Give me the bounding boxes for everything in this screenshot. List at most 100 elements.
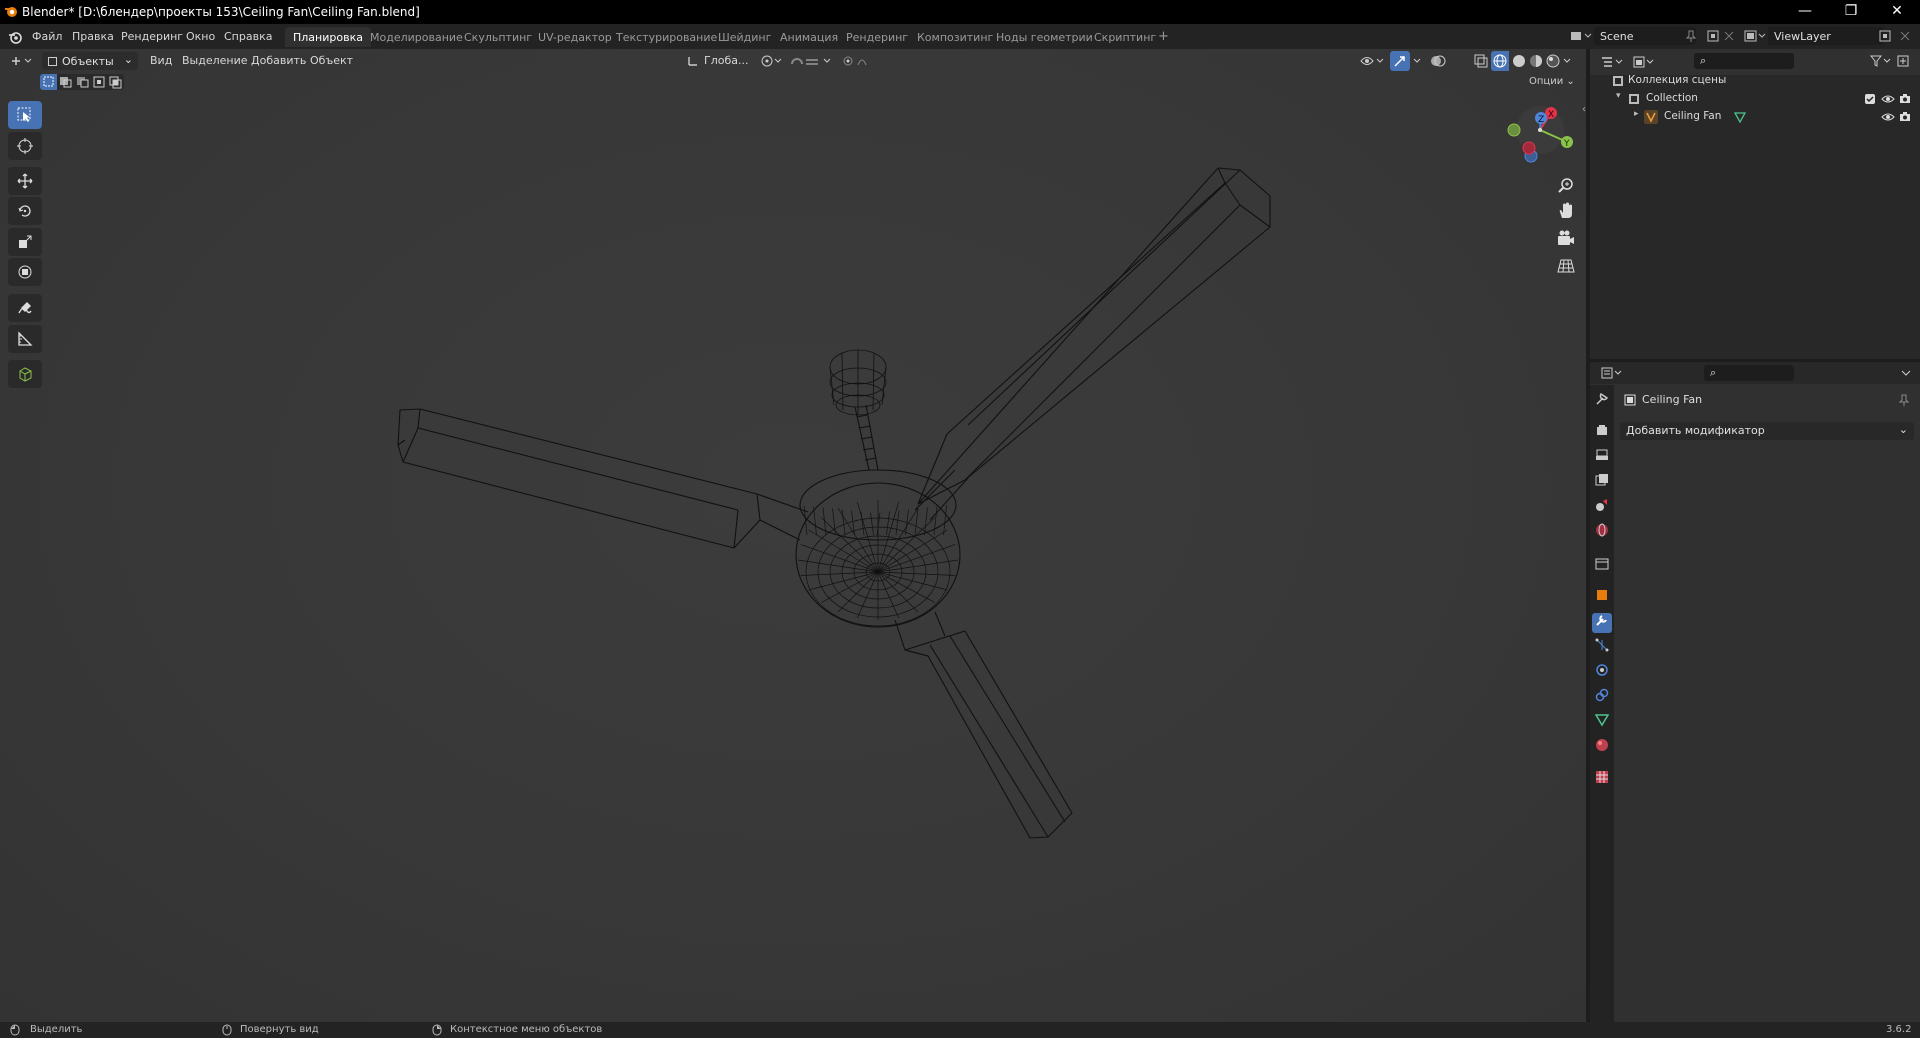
tool-move[interactable] <box>8 167 42 195</box>
rendered-shading-icon[interactable] <box>1545 53 1561 69</box>
tab-texture[interactable] <box>1592 770 1612 790</box>
delete-scene-icon[interactable] <box>1722 29 1736 43</box>
tool-cursor[interactable] <box>8 132 42 160</box>
outliner-row-collection[interactable]: ▾ Collection <box>1590 90 1920 108</box>
tab-texture-paint[interactable]: Текстурирование <box>608 27 725 47</box>
tab-rendering[interactable]: Рендеринг <box>838 27 916 47</box>
new-scene-icon[interactable] <box>1706 29 1720 43</box>
pivot-point-icon[interactable] <box>760 54 784 68</box>
select-new-button[interactable] <box>40 74 57 90</box>
new-collection-icon[interactable] <box>1896 54 1910 68</box>
chevron-down-icon[interactable] <box>1900 366 1912 380</box>
pin-icon[interactable] <box>1686 30 1696 42</box>
orientation-label[interactable]: Глоба... <box>704 54 748 67</box>
visibility-icon[interactable] <box>1360 54 1386 68</box>
viewport-menu-select[interactable]: Выделение <box>182 54 248 67</box>
properties-panel[interactable] <box>1590 362 1920 1022</box>
viewport-menu-view[interactable]: Вид <box>150 54 172 67</box>
minimize-button[interactable]: — <box>1782 0 1828 24</box>
tab-physics[interactable] <box>1592 663 1612 683</box>
tab-scene[interactable] <box>1592 498 1612 518</box>
tab-material[interactable] <box>1592 738 1612 758</box>
display-mode-icon[interactable] <box>1632 55 1656 69</box>
pin-icon[interactable] <box>1898 394 1910 406</box>
outliner-editor-icon[interactable] <box>1600 55 1624 69</box>
tab-render[interactable] <box>1592 423 1612 443</box>
tab-geometry-nodes[interactable]: Ноды геометрии <box>988 27 1101 47</box>
tab-layout[interactable]: Планировка <box>285 27 371 47</box>
tool-select-box[interactable] <box>8 101 42 129</box>
tab-modifiers[interactable] <box>1592 613 1612 633</box>
shading-wireframe-button[interactable] <box>1491 51 1509 71</box>
outliner-search-input[interactable]: ⌕ <box>1694 53 1794 69</box>
viewlayer-icon[interactable] <box>1744 29 1766 43</box>
tab-particles[interactable] <box>1592 638 1612 658</box>
tab-sculpting[interactable]: Скульптинг <box>456 27 540 47</box>
blender-menu-icon[interactable] <box>8 30 22 44</box>
proportional-editing-icon[interactable] <box>842 54 876 68</box>
gizmo-toggle-button[interactable] <box>1390 51 1410 71</box>
filter-icon[interactable] <box>1870 54 1892 68</box>
tab-constraints[interactable] <box>1592 688 1612 708</box>
scene-selector[interactable]: Scene <box>1594 27 1696 45</box>
delete-viewlayer-icon[interactable] <box>1898 29 1912 43</box>
viewport-menu-add[interactable]: Добавить <box>251 54 306 67</box>
eye-icon[interactable] <box>1881 93 1895 105</box>
mesh-data-icon[interactable] <box>1734 111 1746 123</box>
checkbox-icon[interactable] <box>1864 93 1876 105</box>
zoom-icon[interactable] <box>1554 174 1578 198</box>
add-modifier-dropdown[interactable]: Добавить модификатор ⌄ <box>1620 422 1914 440</box>
tab-output[interactable] <box>1592 448 1612 468</box>
tool-add-cube[interactable] <box>8 360 42 388</box>
menu-window[interactable]: Окно <box>186 30 215 43</box>
sidebar-toggle-icon[interactable]: ‹ <box>1582 104 1586 115</box>
select-intersect-icon[interactable] <box>107 74 124 90</box>
3d-viewport[interactable] <box>0 49 1588 1022</box>
tab-data[interactable] <box>1592 713 1612 733</box>
snap-icon[interactable] <box>790 54 834 68</box>
select-subtract-icon[interactable] <box>74 74 91 90</box>
xray-icon[interactable] <box>1473 53 1489 69</box>
tab-object[interactable] <box>1592 588 1612 608</box>
close-button[interactable]: ✕ <box>1874 0 1920 24</box>
editor-type-icon[interactable] <box>10 53 34 69</box>
tab-shading[interactable]: Шейдинг <box>710 27 779 47</box>
tab-view-layer[interactable] <box>1592 473 1612 493</box>
viewlayer-selector[interactable]: ViewLayer <box>1768 27 1884 45</box>
chevron-down-icon[interactable] <box>1412 54 1422 68</box>
outliner-row-scene-collection[interactable]: Коллекция сцены <box>1590 72 1920 90</box>
overlays-icon[interactable] <box>1430 53 1446 69</box>
menu-help[interactable]: Справка <box>224 30 272 43</box>
select-extend-icon[interactable] <box>57 74 74 90</box>
tool-scale[interactable] <box>8 228 42 256</box>
options-dropdown[interactable]: Опции ⌄ <box>1524 74 1580 90</box>
outliner-row-ceiling-fan[interactable]: ▸ Ceiling Fan <box>1590 108 1920 126</box>
tab-world[interactable] <box>1592 523 1612 543</box>
mode-selector[interactable]: Объекты ⌄ <box>42 52 138 70</box>
tab-uv-editing[interactable]: UV-редактор <box>530 27 620 47</box>
tool-transform[interactable] <box>8 258 42 286</box>
expand-arrow-icon[interactable]: ▸ <box>1634 109 1639 119</box>
new-viewlayer-icon[interactable] <box>1878 29 1892 43</box>
menu-render[interactable]: Рендеринг <box>121 30 183 43</box>
perspective-toggle-icon[interactable] <box>1554 254 1578 278</box>
tab-tool[interactable] <box>1592 392 1612 412</box>
pan-hand-icon[interactable] <box>1554 200 1578 224</box>
camera-icon[interactable] <box>1898 93 1912 105</box>
tool-measure[interactable] <box>8 325 42 353</box>
solid-shading-icon[interactable] <box>1511 53 1527 69</box>
tool-rotate[interactable] <box>8 197 42 225</box>
menu-file[interactable]: Файл <box>32 30 62 43</box>
tab-animation[interactable]: Анимация <box>772 27 846 47</box>
maximize-button[interactable]: ❐ <box>1828 0 1874 24</box>
eye-icon[interactable] <box>1881 111 1895 123</box>
tab-modeling[interactable]: Моделирование <box>362 27 471 47</box>
properties-search-input[interactable]: ⌕ <box>1704 365 1794 381</box>
select-invert-icon[interactable] <box>91 74 108 90</box>
tab-collection[interactable] <box>1592 557 1612 577</box>
camera-icon[interactable] <box>1898 111 1912 123</box>
add-workspace-button[interactable]: + <box>1150 27 1177 47</box>
camera-view-icon[interactable] <box>1554 227 1578 251</box>
properties-editor-icon[interactable] <box>1600 366 1624 380</box>
tool-annotate[interactable] <box>8 294 42 322</box>
